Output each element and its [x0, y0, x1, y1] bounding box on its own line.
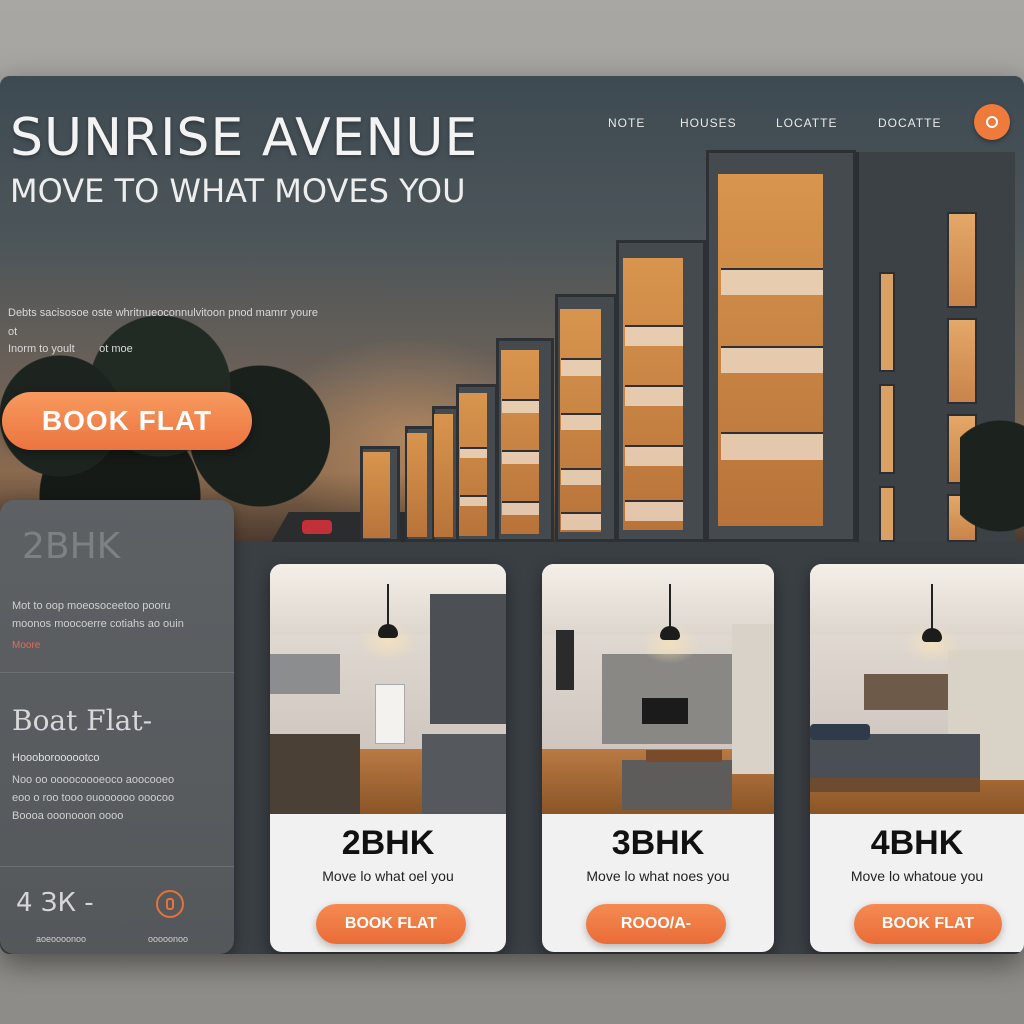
phone-button[interactable]: [156, 890, 184, 918]
panel-type-label: 2BHK: [22, 526, 121, 567]
card-title: 3BHK: [611, 824, 705, 862]
card-subtitle: Move lo what noes you: [586, 868, 730, 884]
nav-item-locatte[interactable]: LOCATTE: [776, 116, 837, 130]
app-window: SUNRISE AVENUE MOVE TO WHAT MOVES YOU NO…: [0, 76, 1024, 954]
card-book-button[interactable]: BOOK FLAT: [854, 904, 1002, 944]
card-book-button[interactable]: ROOO/A-: [586, 904, 726, 944]
building: [405, 426, 435, 542]
panel-heading: Boat Flat-: [12, 704, 153, 737]
divider: [0, 866, 234, 867]
panel-text: Mot to oop moeosoceetoo pooru: [12, 600, 171, 612]
panel-footer-left: aoeoooonoo: [36, 934, 87, 944]
info-panel: 2BHK Mot to oop moeosoceetoo pooru moono…: [0, 500, 234, 954]
panel-text: eoo o roo tooo ouoooooo ooocoo: [12, 792, 175, 804]
hero-description: Debts sacisosoe oste whritnueoconnulvito…: [8, 307, 318, 338]
nav-item-note[interactable]: NOTE: [608, 116, 645, 130]
card-subtitle: Move lo whatoue you: [850, 868, 984, 884]
panel-text: Noo oo oooocoooeoco aoocooeo: [12, 774, 175, 786]
building: [456, 384, 498, 542]
flat-card-4bhk[interactable]: 4BHK Move lo whatoue you BOOK FLAT: [810, 564, 1024, 952]
bedroom-image: [810, 564, 1024, 814]
divider: [0, 672, 234, 673]
hero-section: SUNRISE AVENUE MOVE TO WHAT MOVES YOU NO…: [0, 76, 1024, 542]
card-book-button[interactable]: BOOK FLAT: [316, 904, 466, 944]
hero-description-part: Inorm to yoult: [8, 343, 75, 355]
building: [496, 338, 554, 542]
hero-description-part: ot moe: [99, 343, 133, 355]
building: [616, 240, 706, 542]
living-room-image: [542, 564, 774, 814]
card-subtitle: Move lo what oel you: [322, 868, 454, 884]
circle-icon: [986, 116, 998, 128]
building: [555, 294, 617, 542]
nav-action-button[interactable]: [974, 104, 1010, 140]
trees-right: [960, 416, 1024, 542]
site-tagline: MOVE TO WHAT MOVES YOU: [10, 172, 466, 210]
flat-card-3bhk[interactable]: 3BHK Move lo what noes you ROOO/A-: [542, 564, 774, 952]
nav-item-docatte[interactable]: DOCATTE: [878, 116, 941, 130]
book-flat-button[interactable]: BOOK FLAT: [2, 392, 252, 450]
hero-description-2: Inorm to yoult ot moe: [8, 340, 228, 359]
building: [360, 446, 400, 542]
card-title: 4BHK: [870, 824, 964, 862]
panel-subheading: Hoooboroooootco: [12, 752, 100, 764]
more-link[interactable]: Moore: [12, 640, 40, 651]
flat-card-2bhk[interactable]: 2BHK Move lo what oel you BOOK FLAT: [270, 564, 506, 952]
site-title: SUNRISE AVENUE: [10, 108, 479, 168]
kitchen-image: [270, 564, 506, 814]
phone-icon: [166, 898, 174, 910]
panel-text: moonos moocoerre cotiahs ao ouin: [12, 618, 184, 630]
panel-bottom-label: 4 ЗК -: [16, 888, 94, 918]
panel-text: Boooa ooonooon oooo: [12, 810, 124, 822]
panel-footer-right: ooooonoo: [148, 934, 189, 944]
card-title: 2BHK: [341, 824, 435, 862]
nav-item-houses[interactable]: HOUSES: [680, 116, 737, 130]
building: [706, 150, 856, 542]
car: [302, 520, 332, 534]
